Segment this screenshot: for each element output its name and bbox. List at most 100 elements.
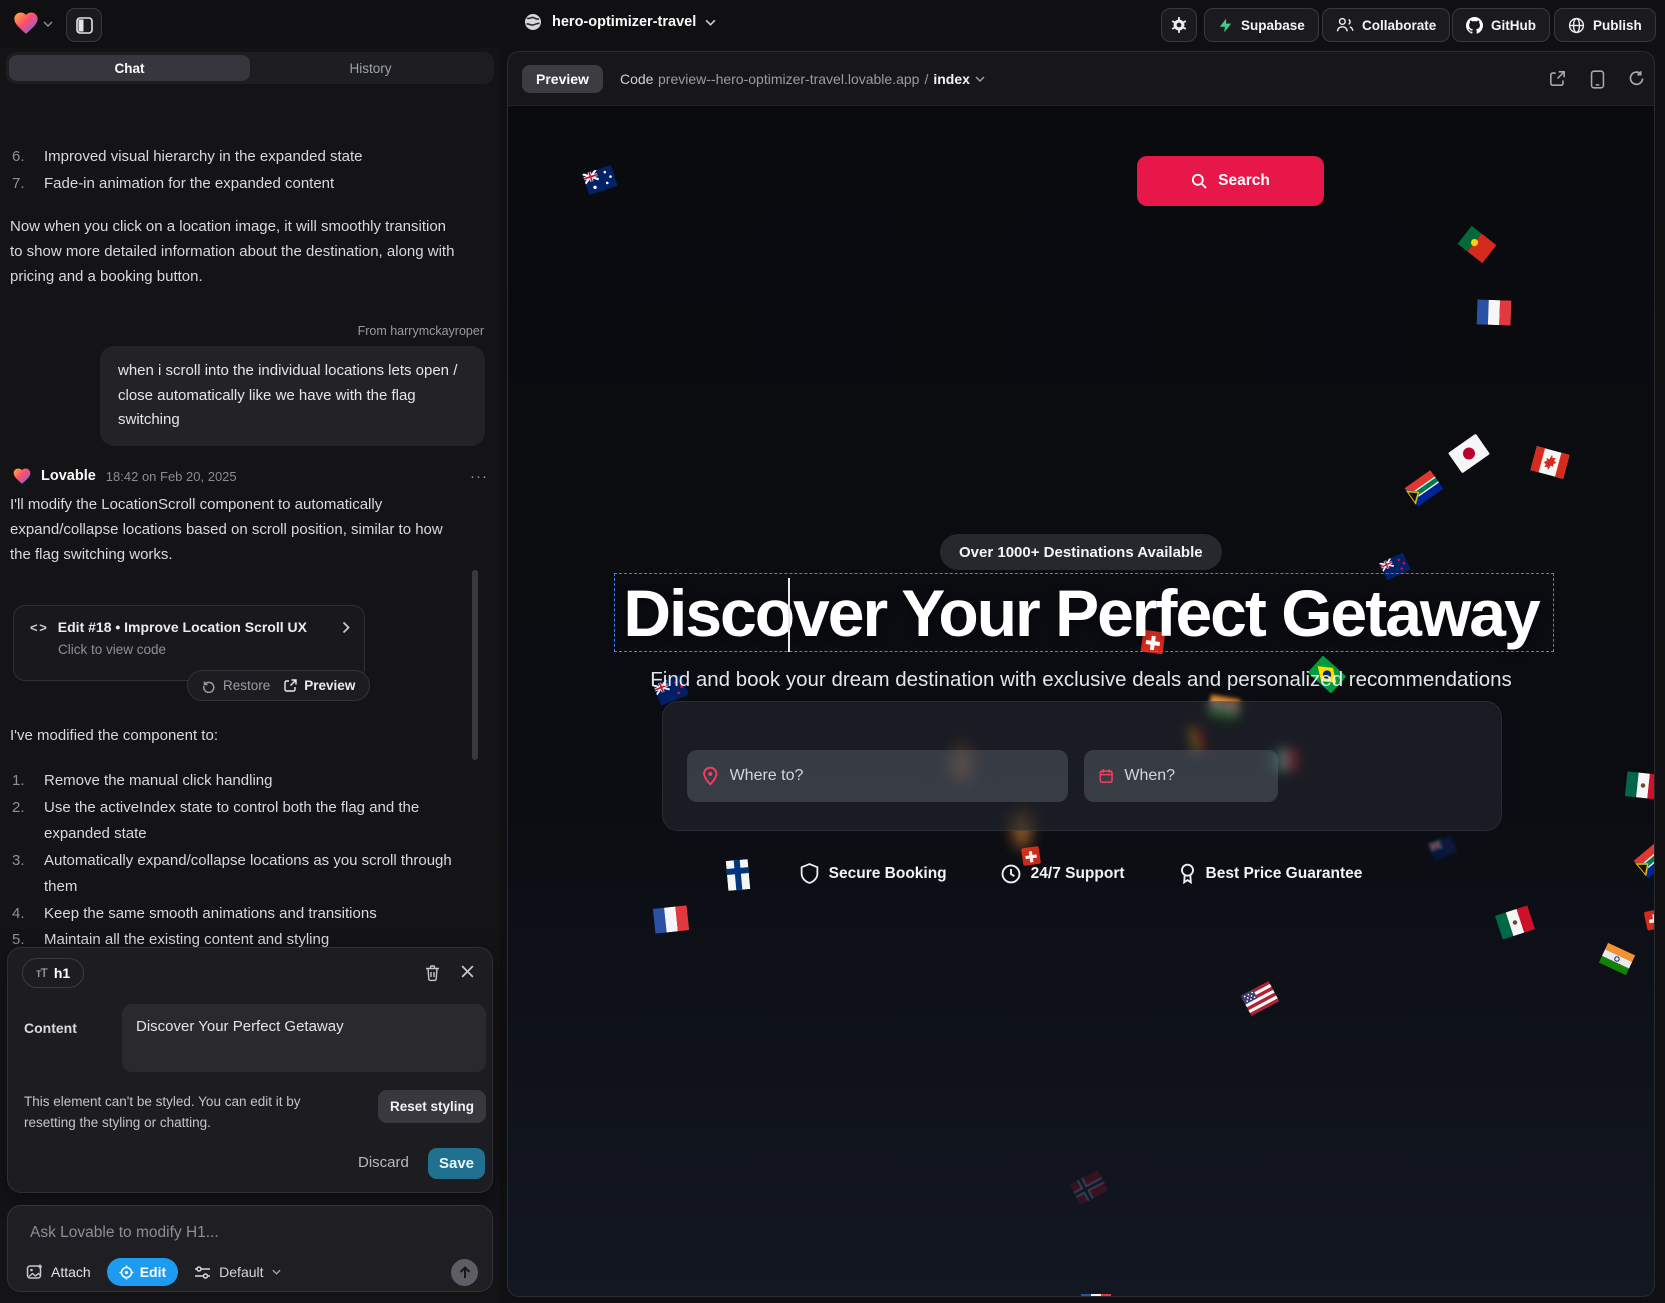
feature-best-price: Best Price Guarantee	[1179, 863, 1363, 884]
list-number: 1.	[12, 768, 44, 795]
url-chevron-down-icon	[975, 76, 985, 82]
flag-fr-icon	[653, 905, 689, 933]
flag-fr-icon	[1477, 299, 1512, 325]
flag-nz-icon	[1429, 835, 1458, 860]
close-editor-button[interactable]	[460, 964, 475, 979]
composer-input[interactable]	[30, 1224, 460, 1242]
reset-styling-button[interactable]: Reset styling	[378, 1090, 486, 1123]
model-default-label: Default	[219, 1264, 263, 1280]
tab-code[interactable]: Code	[620, 71, 653, 87]
content-input[interactable]: Discover Your Perfect Getaway	[122, 1004, 486, 1072]
flag-za-icon	[1404, 470, 1443, 507]
project-chevron-down-icon	[705, 19, 716, 26]
element-tag-pill[interactable]: тT h1	[22, 958, 84, 988]
when-input[interactable]	[1124, 767, 1263, 785]
globe-icon	[523, 12, 543, 32]
refresh-button[interactable]	[1628, 70, 1645, 87]
element-tag-label: h1	[54, 965, 70, 981]
restore-label: Restore	[223, 678, 270, 693]
discard-button[interactable]: Discard	[358, 1154, 409, 1171]
preview-version-label: Preview	[304, 678, 355, 693]
editor-note: This element can't be styled. You can ed…	[24, 1091, 344, 1133]
restore-preview-pill: Restore Preview	[187, 670, 370, 701]
where-field[interactable]	[687, 750, 1068, 802]
destinations-badge: Over 1000+ Destinations Available	[940, 534, 1222, 570]
publish-button[interactable]: Publish	[1554, 8, 1656, 42]
list-number: 4.	[12, 901, 44, 928]
message-menu-button[interactable]: ···	[470, 468, 488, 485]
edit-mode-button[interactable]: Edit	[107, 1258, 178, 1286]
list-number: 2.	[12, 795, 44, 848]
flag-us-icon	[1240, 981, 1279, 1016]
github-label: GitHub	[1491, 18, 1536, 33]
tab-history[interactable]: History	[250, 55, 491, 81]
search-card	[662, 701, 1502, 831]
assistant-paragraph: Now when you click on a location image, …	[10, 214, 462, 289]
list-text: Use the activeIndex state to control bot…	[44, 795, 464, 848]
list-item: 7. Fade-in animation for the expanded co…	[12, 171, 464, 198]
edit-card-title: Edit #18 • Improve Location Scroll UX	[58, 619, 307, 635]
attach-button[interactable]: Attach	[26, 1263, 91, 1281]
list-text: Fade-in animation for the expanded conte…	[44, 171, 334, 198]
preview-panel: Preview Code preview--hero-optimizer-tra…	[507, 51, 1655, 1297]
search-button[interactable]: Search	[1137, 156, 1324, 206]
save-button[interactable]: Save	[428, 1148, 485, 1179]
send-button[interactable]	[451, 1259, 478, 1286]
list-item: 5. Maintain all the existing content and…	[12, 927, 464, 948]
search-icon	[1191, 173, 1207, 189]
open-in-new-tab-button[interactable]	[1549, 70, 1566, 87]
settings-button[interactable]	[1161, 8, 1197, 42]
github-button[interactable]: GitHub	[1452, 8, 1550, 42]
url-path: index	[933, 71, 970, 87]
lovable-logo-icon[interactable]	[12, 9, 40, 37]
assistant-paragraph: I've modified the component to:	[10, 723, 462, 748]
code-brackets-icon: < >	[30, 620, 46, 635]
delete-element-button[interactable]	[424, 964, 441, 982]
github-icon	[1466, 17, 1483, 34]
tab-chat[interactable]: Chat	[9, 55, 250, 81]
people-icon	[1336, 17, 1354, 33]
mobile-view-button[interactable]	[1590, 70, 1605, 89]
url-bar[interactable]: preview--hero-optimizer-travel.lovable.a…	[658, 71, 985, 87]
flag-jp-icon	[1448, 434, 1490, 474]
list-number: 3.	[12, 848, 44, 901]
restore-icon	[202, 679, 216, 693]
assistant-paragraph: I'll modify the LocationScroll component…	[10, 492, 462, 567]
restore-button[interactable]: Restore	[202, 678, 270, 693]
chat-scroll-area[interactable]: 6. Improved visual hierarchy in the expa…	[0, 88, 500, 948]
list-item: 4. Keep the same smooth animations and t…	[12, 901, 464, 928]
chevron-down-icon	[272, 1269, 281, 1275]
supabase-label: Supabase	[1241, 18, 1305, 33]
model-default-selector[interactable]: Default	[194, 1264, 280, 1280]
message-author-label: From harrymckayroper	[358, 324, 484, 338]
attach-label: Attach	[51, 1264, 91, 1280]
flag-fr-icon	[1081, 1294, 1111, 1297]
user-message-bubble: when i scroll into the individual locati…	[100, 346, 485, 446]
preview-version-button[interactable]: Preview	[284, 678, 355, 693]
logo-chevron-down-icon[interactable]	[43, 21, 53, 27]
supabase-button[interactable]: Supabase	[1204, 8, 1319, 42]
edit-card-subtitle: Click to view code	[58, 642, 364, 657]
edit-target-icon	[119, 1265, 134, 1280]
where-input[interactable]	[730, 767, 1053, 785]
shield-icon	[800, 863, 819, 884]
url-separator: /	[924, 71, 928, 87]
content-field-label: Content	[24, 1020, 77, 1036]
arrow-up-icon	[459, 1266, 471, 1279]
list-item: 3. Automatically expand/collapse locatio…	[12, 848, 464, 901]
attach-image-icon	[26, 1263, 44, 1281]
assistant-list-top: 6. Improved visual hierarchy in the expa…	[12, 144, 464, 197]
list-item: 2. Use the activeIndex state to control …	[12, 795, 464, 848]
project-switcher[interactable]: hero-optimizer-travel	[523, 12, 716, 32]
sidebar-toggle-button[interactable]	[66, 8, 102, 42]
when-field[interactable]	[1084, 750, 1278, 802]
collaborate-button[interactable]: Collaborate	[1322, 8, 1450, 42]
element-editor-panel: тT h1 Content Discover Your Perfect Geta…	[7, 947, 493, 1193]
chevron-right-icon	[342, 621, 350, 634]
supabase-icon	[1218, 17, 1233, 34]
assistant-name: Lovable	[41, 468, 96, 484]
tab-preview[interactable]: Preview	[522, 65, 603, 93]
refresh-icon	[1628, 70, 1645, 87]
chat-scrollbar[interactable]	[472, 570, 478, 760]
hero-title[interactable]: Discover Your Perfect Getaway	[508, 576, 1654, 650]
